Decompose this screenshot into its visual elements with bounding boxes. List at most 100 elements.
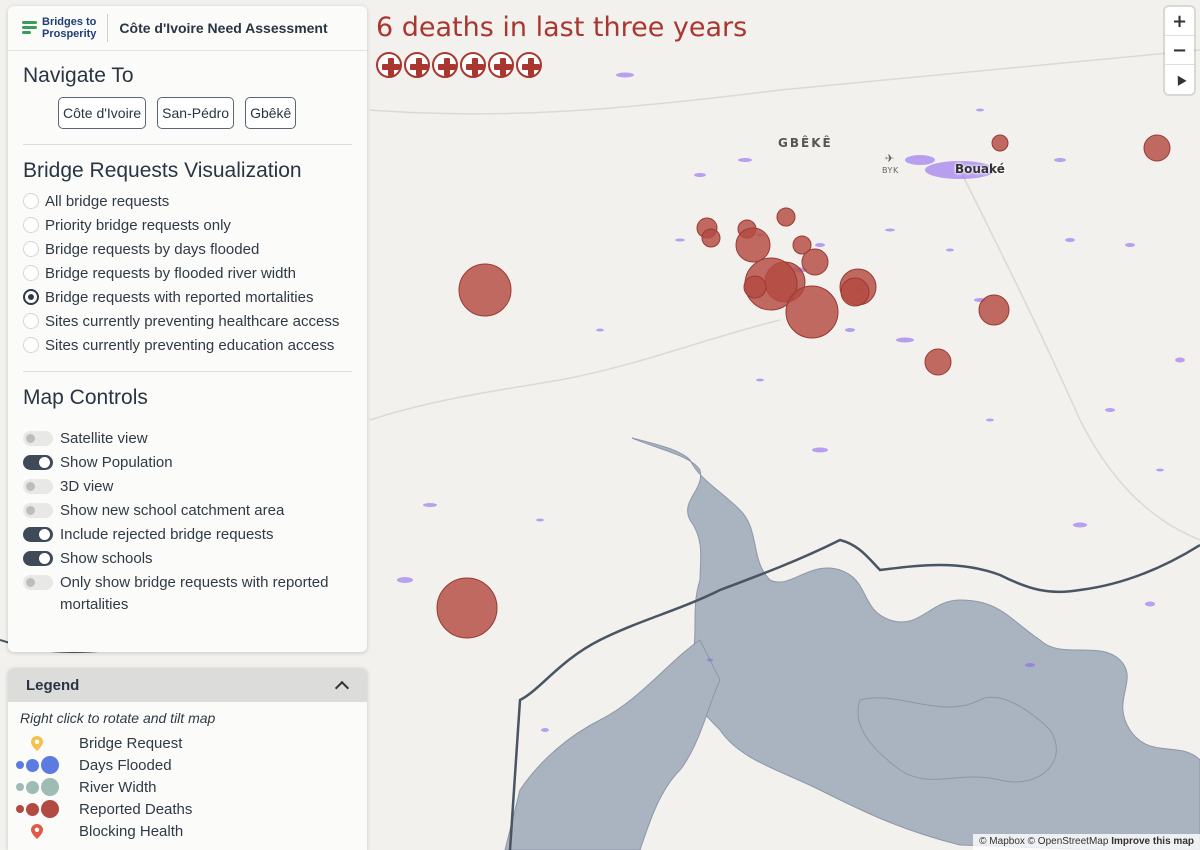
map-controls-heading: Map Controls [23, 386, 148, 409]
toggle-switch[interactable] [23, 431, 53, 446]
legend-items: Bridge Request Days Flooded River Width Rep… [8, 726, 367, 842]
navigate-buttons: Côte d'Ivoire San-Pédro Gbêkê [58, 97, 352, 129]
reported-deaths-marker[interactable] [735, 227, 771, 263]
nav-button-cote-divoire[interactable]: Côte d'Ivoire [58, 97, 147, 129]
visualization-options: All bridge requests Priority bridge reque… [23, 189, 352, 357]
legend-header[interactable]: Legend [8, 668, 367, 702]
map-control-row[interactable]: Show Population [23, 452, 352, 476]
population-patch [1105, 408, 1115, 412]
reported-deaths-marker[interactable] [840, 277, 870, 307]
visualization-option[interactable]: Priority bridge requests only [23, 213, 352, 237]
population-patch [694, 173, 706, 177]
road-line-2 [369, 319, 781, 421]
reported-deaths-marker[interactable] [776, 207, 796, 227]
population-patch [976, 108, 984, 112]
radio-button[interactable] [23, 289, 39, 305]
visualization-option[interactable]: Bridge requests by days flooded [23, 237, 352, 261]
visualization-option-label: Bridge requests with reported mortalitie… [45, 288, 314, 306]
graduated-circles-icon [8, 778, 66, 796]
reported-deaths-marker[interactable] [801, 248, 829, 276]
reported-deaths-marker[interactable] [1143, 134, 1171, 162]
map-control-row[interactable]: Include rejected bridge requests [23, 524, 352, 548]
radio-button[interactable] [23, 337, 39, 353]
population-patch [397, 577, 413, 583]
airport-label: BYK [882, 166, 899, 175]
reported-deaths-layer [436, 134, 1171, 639]
map-control-label: Only show bridge requests with reported … [60, 574, 329, 613]
population-patch [845, 328, 855, 332]
legend-title: Legend [26, 676, 80, 694]
pin-icon [8, 823, 66, 839]
nav-button-san-pedro[interactable]: San-Pédro [157, 97, 235, 129]
improve-map-link[interactable]: Improve this map [1111, 836, 1194, 847]
toggle-switch[interactable] [23, 527, 53, 542]
visualization-option[interactable]: Sites currently preventing education acc… [23, 333, 352, 357]
map-attribution: © Mapbox © OpenStreetMap Improve this ma… [973, 834, 1200, 850]
radio-button[interactable] [23, 265, 39, 281]
visualization-section: Bridge Requests Visualization All bridge… [8, 145, 367, 357]
legend-label: River Width [79, 778, 157, 796]
logo-line-2: Prosperity [42, 28, 97, 40]
reported-deaths-marker[interactable] [701, 228, 721, 248]
population-patch [536, 518, 544, 522]
legend-label: Reported Deaths [79, 800, 193, 818]
reported-deaths-marker[interactable] [991, 134, 1009, 152]
medical-cross-icon [460, 52, 486, 78]
city-label: Bouaké [955, 162, 1005, 176]
map-controls-section: Map Controls Satellite view Show Populati… [8, 372, 367, 616]
pin-icon [31, 823, 43, 839]
visualization-option[interactable]: Sites currently preventing healthcare ac… [23, 309, 352, 333]
map-control-label: Show schools [60, 550, 153, 567]
airport-icon: ✈ [885, 152, 895, 165]
toggle-switch[interactable] [23, 575, 53, 590]
reported-deaths-marker[interactable] [924, 348, 952, 376]
population-patch [738, 158, 752, 162]
logo-mark-icon [22, 21, 37, 35]
visualization-option-label: All bridge requests [45, 192, 170, 210]
population-patch [1065, 238, 1075, 242]
road-line-3 [959, 169, 1200, 541]
visualization-option[interactable]: Bridge requests by flooded river width [23, 261, 352, 285]
zoom-in-button[interactable]: + [1165, 7, 1194, 36]
visualization-option-label: Sites currently preventing education acc… [45, 336, 335, 354]
zoom-out-button[interactable]: − [1165, 36, 1194, 65]
population-patch [423, 503, 437, 507]
visualization-option[interactable]: All bridge requests [23, 189, 352, 213]
radio-button[interactable] [23, 313, 39, 329]
reported-deaths-marker[interactable] [743, 275, 767, 299]
map-control-row[interactable]: Only show bridge requests with reported … [23, 572, 352, 616]
map-control-row[interactable]: 3D view [23, 476, 352, 500]
legend-panel: Legend Right click to rotate and tilt ma… [8, 668, 367, 850]
logo-text: Bridges to Prosperity [42, 16, 96, 40]
radio-button[interactable] [23, 217, 39, 233]
population-patch [905, 155, 935, 165]
radio-button[interactable] [23, 193, 39, 209]
map-control-row[interactable]: Show new school catchment area [23, 500, 352, 524]
toggle-switch[interactable] [23, 479, 53, 494]
population-patch [885, 228, 895, 232]
nav-button-gbeke[interactable]: Gbêkê [245, 97, 297, 129]
visualization-option[interactable]: Bridge requests with reported mortalitie… [23, 285, 352, 309]
toggle-switch[interactable] [23, 551, 53, 566]
compass-button[interactable] [1165, 65, 1194, 94]
visualization-option-label: Bridge requests by days flooded [45, 240, 260, 258]
reported-deaths-marker[interactable] [978, 294, 1010, 326]
app-title: Côte d'Ivoire Need Assessment [119, 20, 328, 36]
reported-deaths-marker[interactable] [785, 285, 839, 339]
population-patch [756, 378, 764, 382]
legend-item: Days Flooded [8, 754, 367, 776]
attribution-text: © Mapbox © OpenStreetMap [979, 836, 1109, 847]
reported-deaths-marker[interactable] [436, 577, 498, 639]
population-patch [815, 243, 825, 247]
map-control-row[interactable]: Satellite view [23, 428, 352, 452]
map-control-row[interactable]: Show schools [23, 548, 352, 572]
medical-cross-icon [432, 52, 458, 78]
population-patch [616, 72, 634, 78]
reported-deaths-marker[interactable] [458, 263, 512, 317]
toggle-switch[interactable] [23, 455, 53, 470]
toggle-switch[interactable] [23, 503, 53, 518]
region-label: GBÊKÊ [778, 136, 833, 150]
radio-button[interactable] [23, 241, 39, 257]
chevron-up-icon[interactable] [334, 680, 350, 695]
map-control-label: Show Population [60, 454, 173, 471]
